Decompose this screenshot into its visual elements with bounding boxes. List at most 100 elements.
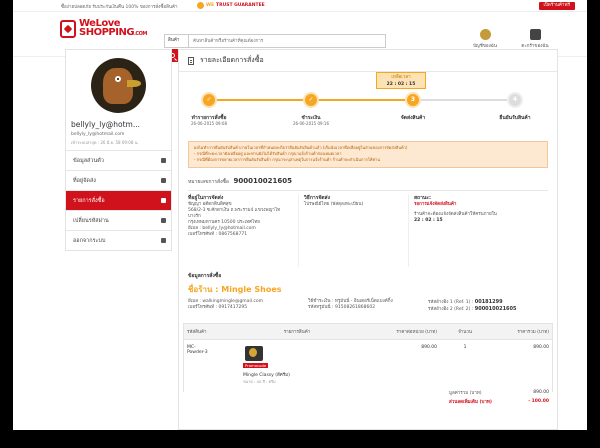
sidebar-item-label: ออกจากระบบ — [73, 237, 106, 244]
sidebar-item-label: ข้อมูลส่วนตัว — [73, 157, 104, 164]
my-account-button[interactable]: บัญชีของฉัน — [465, 29, 505, 49]
step-2-time: 26-06-2015 09:16 — [292, 121, 330, 126]
step-4-pending: 4 — [507, 92, 523, 108]
order-totals: มูลค่ารวม (บาท) 890.00 ส่วนลดเพิ่มเติม (… — [449, 388, 549, 406]
status-time: 22 : 02 : 15 — [414, 218, 443, 223]
trust-guarantee[interactable]: WE TRUST GUARANTEE — [197, 2, 265, 9]
shipping-method-value: ไปรษณีย์ไทย (พัสดุลงทะเบียน) — [304, 202, 364, 207]
shop-info: ข้อมูลการสั่งซื้อ ชื่อร้าน : Mingle Shoe… — [188, 272, 548, 313]
column-header: รหัสสินค้า — [187, 330, 207, 335]
shop-name-link[interactable]: Mingle Shoes — [221, 285, 281, 294]
column-header: ราคาต่อหน่วย (บาท) — [396, 330, 437, 335]
order-number-label: หมายเลขการสั่งซื้อ — [188, 179, 229, 185]
order-number: 900010021605 — [233, 177, 292, 185]
product-code: MC-Powder-3 — [187, 345, 208, 355]
order-info-columns: ที่อยู่ในการจัดส่ง ชัญญา อดีตกตินดิศสุข … — [188, 195, 548, 267]
shopping-bag-logo-icon — [60, 20, 76, 38]
ref2-label: รหัสอ้างอิง 2 (Ref. 2) : — [428, 307, 474, 312]
time-remaining-label: เหลือเวลา — [391, 75, 411, 80]
product-name-link[interactable]: Mingle Classy (สีครีม) — [243, 371, 379, 378]
promocode-badge: Promocode — [243, 363, 269, 368]
user-icon — [161, 158, 166, 163]
order-status: สถานะ: รอการแจ้งจัดส่งสินค้า ร้านค้าจะต้… — [408, 195, 548, 267]
quantity: 1 — [463, 345, 467, 350]
sidebar: bellyly_ly@hotm... bellyly_ly@hotmail.co… — [65, 49, 172, 251]
avatar[interactable] — [91, 58, 146, 113]
sidebar-item-label: เปลี่ยนรหัสผ่าน — [73, 217, 109, 224]
address-line: เบอร์โทรศัพท์ : 0867568771 — [188, 232, 248, 237]
column-header: จำนวน — [458, 330, 472, 335]
step-2-check-icon: ✓ — [303, 92, 319, 108]
open-shop-button[interactable]: เปิดร้านค้าฟรี — [538, 2, 575, 10]
top-bar: ซื้อง่ายปลอดภัย รับประกันเงินคืน 100% ขอ… — [13, 0, 587, 12]
profile-icon — [479, 29, 491, 40]
sidebar-item-label: รายการสั่งซื้อ — [73, 197, 105, 204]
order-status-heading: สถานะ: — [414, 195, 431, 201]
product-image[interactable] — [245, 346, 263, 361]
ref1-value: 00181299 — [474, 299, 503, 305]
my-cart-button[interactable]: ตะกร้าของฉัน — [515, 29, 555, 49]
search-bar: สินค้า — [164, 34, 386, 48]
sidebar-item-profile[interactable]: ข้อมูลส่วนตัว — [66, 150, 171, 170]
subtotal-value: 890.00 — [533, 390, 549, 395]
sidebar-item-address[interactable]: ที่อยู่จัดส่ง — [66, 170, 171, 190]
product-variant: ขนาด : 40 สี : ครีม — [243, 379, 276, 384]
table-header: รหัสสินค้า รายการสินค้า ราคาต่อหน่วย (บา… — [183, 323, 553, 340]
page-title-text: รายละเอียดการสั่งซื้อ — [200, 56, 264, 64]
product-cell: Promocode Mingle Classy (สีครีม) ขนาด : … — [212, 340, 382, 392]
sidebar-item-orders[interactable]: รายการสั่งซื้อ — [66, 190, 171, 210]
shop-info-heading: ข้อมูลการสั่งซื้อ — [188, 273, 222, 279]
step-1-check-icon: ✓ — [201, 92, 217, 108]
avatar-eye — [115, 76, 121, 82]
order-detail-panel: รายละเอียดการสั่งซื้อ เหลือเวลา 22 : 02 … — [178, 49, 558, 430]
logout-icon — [161, 238, 166, 243]
logo-line2: SHOPPING — [79, 27, 135, 38]
gear-icon — [161, 218, 166, 223]
progress-track-pending — [415, 99, 515, 101]
status-badge: รอการแจ้งจัดส่งสินค้า — [414, 202, 457, 207]
shop-name-prefix: ชื่อร้าน : — [188, 285, 219, 294]
notice-box: ผลไม่ทำการยืนยันรับสินค้าภายในเวลาที่กำห… — [188, 141, 548, 168]
home-icon — [161, 178, 166, 183]
sidebar-item-password[interactable]: เปลี่ยนรหัสผ่าน — [66, 210, 171, 230]
search-category-select[interactable]: สินค้า — [165, 35, 189, 47]
line-total: 890.00 — [533, 345, 549, 350]
document-icon — [188, 56, 194, 65]
logo-com: .COM — [134, 31, 147, 37]
step-4-label: ยืนยันรับสินค้า — [499, 115, 531, 121]
discount-label: ส่วนลดเพิ่มเติม (บาท) — [449, 400, 492, 405]
order-number-row: หมายเลขการสั่งซื้อ 900010021605 — [188, 177, 557, 186]
column-header: ราคารวม (บาท) — [517, 330, 549, 335]
shipping-address-heading: ที่อยู่ในการจัดส่ง — [188, 195, 224, 201]
ref1-label: รหัสอ้างอิง 1 (Ref. 1) : — [428, 300, 474, 305]
last-login: เข้าระบบล่าสุด : 26 มี.ย. 58 09:08 น. — [71, 140, 139, 145]
user-email: bellyly_ly@hotmail.com — [71, 132, 125, 137]
shop-name-row: ชื่อร้าน : Mingle Shoes — [188, 283, 548, 296]
search-input[interactable] — [189, 35, 385, 47]
divider — [188, 190, 548, 191]
shipping-address: ที่อยู่ในการจัดส่ง ชัญญา อดีตกตินดิศสุข … — [188, 195, 298, 267]
logo[interactable]: WeLove SHOPPING.COM — [60, 19, 147, 39]
shipping-method: วิธีการจัดส่ง ไปรษณีย์ไทย (พัสดุลงทะเบีย… — [298, 195, 408, 267]
trust-badge-icon — [197, 2, 204, 9]
time-remaining-tooltip: เหลือเวลา 22 : 02 : 15 — [376, 72, 426, 89]
trust-guarantee-text: TRUST GUARANTEE — [216, 3, 265, 8]
table-row: MC-Powder-3 Promocode Mingle Classy (สีค… — [183, 340, 553, 392]
username: bellyly_ly@hotm... — [71, 120, 141, 129]
promo-text: ซื้อง่ายปลอดภัย รับประกันเงินคืน 100% ขอ… — [61, 5, 178, 10]
page: ซื้อง่ายปลอดภัย รับประกันเงินคืน 100% ขอ… — [13, 0, 587, 430]
order-items-table: รหัสสินค้า รายการสินค้า ราคาต่อหน่วย (บา… — [183, 323, 553, 392]
unit-price: 890.00 — [421, 345, 437, 350]
sidebar-item-label: ที่อยู่จัดส่ง — [73, 177, 96, 184]
step-1-time: 26-06-2015 09:08 — [190, 121, 228, 126]
discount-value: - 100.00 — [528, 399, 549, 404]
column-header: รายการสินค้า — [283, 330, 311, 335]
sidebar-item-logout[interactable]: ออกจากระบบ — [66, 230, 171, 250]
step-3-label: จัดส่งสินค้า — [400, 115, 426, 121]
order-progress: เหลือเวลา 22 : 02 : 15 ✓ ✓ 3 4 ทำรายการส… — [179, 72, 557, 134]
cart-icon — [161, 198, 166, 203]
subtotal-label: มูลค่ารวม (บาท) — [449, 391, 482, 396]
shop-details: อีเมล : walkingmingle@gmail.com เบอร์โทร… — [188, 299, 548, 313]
payment-reference: รหัสทรูมันนี่ : 91508261868602 — [308, 305, 376, 310]
shop-phone: เบอร์โทรศัพท์ : 0917417295 — [188, 305, 248, 310]
